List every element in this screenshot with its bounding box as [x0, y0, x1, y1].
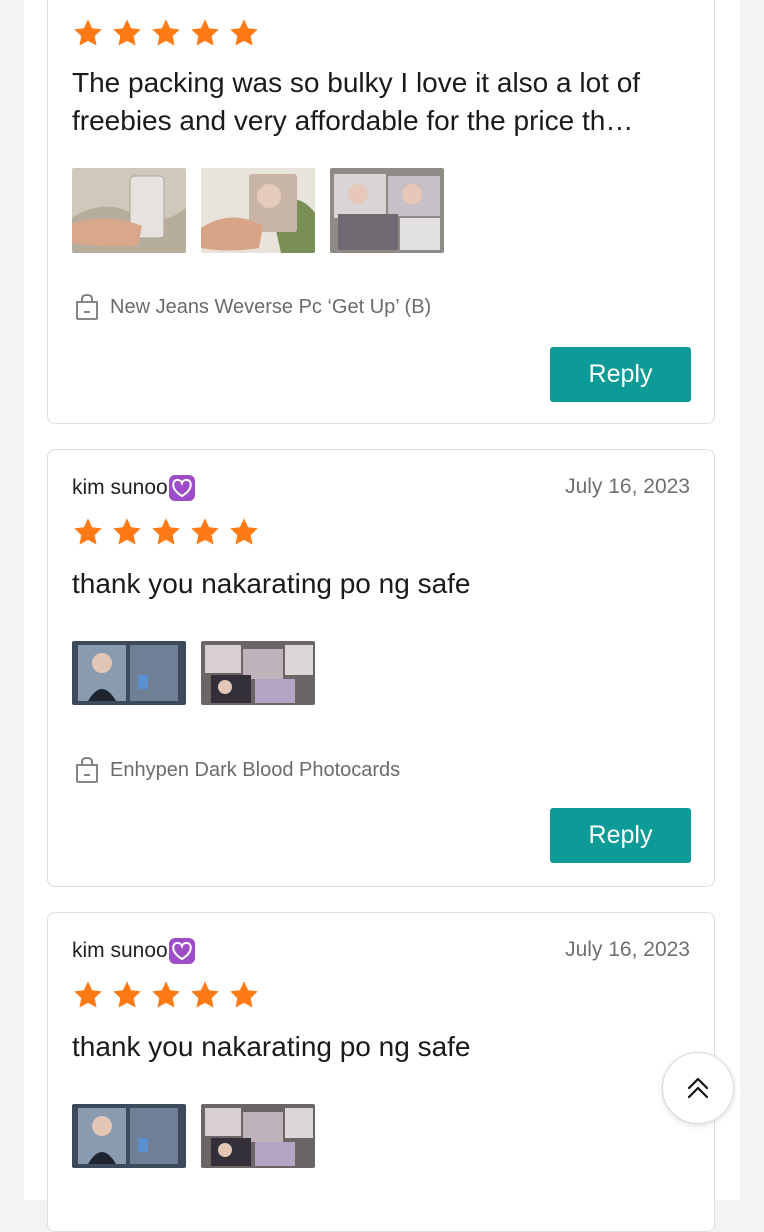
- review-text: thank you nakarating po ng safe: [72, 1031, 471, 1062]
- star-icon: [152, 19, 180, 46]
- reply-button[interactable]: Reply: [550, 347, 691, 402]
- star-icon: [113, 518, 141, 545]
- star-icon: [230, 981, 258, 1008]
- star-icon: [230, 518, 258, 545]
- review-text: The packing was so bulky I love it also …: [72, 67, 641, 136]
- star-rating: [72, 17, 260, 49]
- star-icon: [152, 981, 180, 1008]
- review-card: kim sunoo July 16, 2023 thank you nakara…: [47, 912, 715, 1232]
- shopping-bag-icon: [76, 294, 98, 320]
- star-icon: [113, 19, 141, 46]
- review-photos: [72, 1104, 315, 1168]
- shopping-bag-icon: [76, 757, 98, 783]
- star-icon: [74, 981, 102, 1008]
- star-icon: [113, 981, 141, 1008]
- reviewer: kim sunoo: [72, 938, 195, 964]
- purple-heart-emoji: [168, 938, 195, 964]
- review-photos: [72, 168, 444, 253]
- star-icon: [191, 981, 219, 1008]
- review-photo[interactable]: [201, 1104, 315, 1168]
- star-icon: [191, 518, 219, 545]
- scroll-to-top-button[interactable]: [662, 1052, 734, 1124]
- star-icon: [230, 19, 258, 46]
- review-date: July 16, 2023: [565, 475, 690, 498]
- product-name: Enhypen Dark Blood Photocards: [110, 758, 401, 781]
- review-card: The packing was so bulky I love it also …: [47, 0, 715, 424]
- review-text: thank you nakarating po ng safe: [72, 568, 471, 599]
- review-photo[interactable]: [72, 168, 186, 253]
- review-photo[interactable]: [72, 641, 186, 705]
- purple-heart-emoji: [168, 475, 195, 501]
- reviewer-name: kim sunoo: [72, 476, 168, 499]
- reviewer: kim sunoo: [72, 475, 195, 501]
- review-photo[interactable]: [330, 168, 444, 253]
- star-icon: [74, 518, 102, 545]
- review-photo[interactable]: [201, 641, 315, 705]
- reply-button[interactable]: Reply: [550, 808, 691, 863]
- review-photos: [72, 641, 315, 705]
- review-photo[interactable]: [72, 1104, 186, 1168]
- review-card: kim sunoo July 16, 2023 thank you nakara…: [47, 449, 715, 887]
- review-photo[interactable]: [201, 168, 315, 253]
- product-link[interactable]: Enhypen Dark Blood Photocards: [74, 756, 400, 784]
- star-rating: [72, 516, 260, 548]
- star-icon: [191, 19, 219, 46]
- double-chevron-up-icon: [687, 1077, 709, 1099]
- reviewer-name: kim sunoo: [72, 939, 168, 962]
- star-icon: [74, 19, 102, 46]
- star-rating: [72, 979, 260, 1011]
- star-icon: [152, 518, 180, 545]
- product-link[interactable]: New Jeans Weverse Pc ‘Get Up’ (B): [74, 293, 431, 321]
- review-date: July 16, 2023: [565, 938, 690, 961]
- product-name: New Jeans Weverse Pc ‘Get Up’ (B): [110, 295, 432, 318]
